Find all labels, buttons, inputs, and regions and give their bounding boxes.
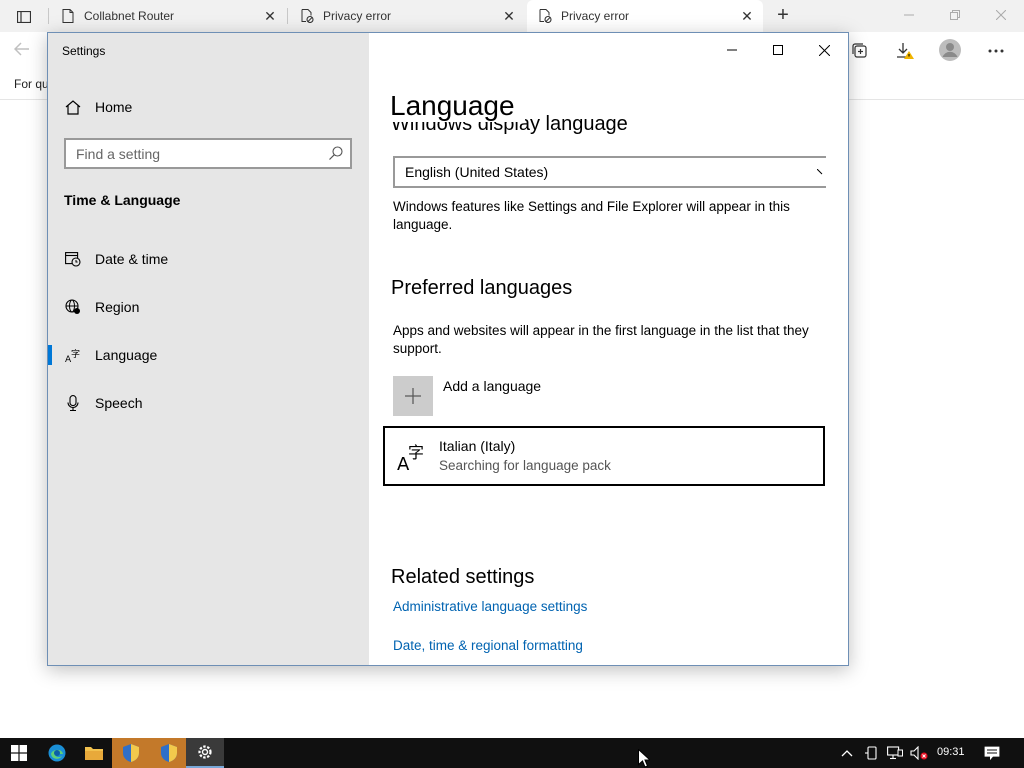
display-language-description: Windows features like Settings and File … bbox=[393, 199, 790, 232]
tab-title: Collabnet Router bbox=[84, 9, 175, 23]
maximize-icon[interactable] bbox=[755, 39, 801, 61]
downloads-warning-icon[interactable] bbox=[893, 40, 917, 62]
sidebar-item-home[interactable]: Home bbox=[48, 87, 369, 127]
device-icon[interactable] bbox=[863, 745, 881, 761]
taskbar: 09:31 bbox=[0, 738, 1024, 768]
profile-avatar-icon[interactable] bbox=[938, 38, 962, 62]
language-name: Italian (Italy) bbox=[439, 438, 516, 454]
dropdown-value: English (United States) bbox=[405, 164, 549, 180]
edge-icon[interactable] bbox=[38, 738, 76, 768]
link-administrative-language-settings[interactable]: Administrative language settings bbox=[393, 599, 587, 614]
preferred-languages-heading: Preferred languages bbox=[391, 277, 573, 299]
link-date-time-regional-formatting[interactable]: Date, time & regional formatting bbox=[393, 638, 583, 653]
page-title: Language bbox=[390, 90, 525, 122]
language-icon: A字 bbox=[64, 346, 82, 364]
minimize-icon[interactable] bbox=[709, 39, 755, 61]
svg-text:字: 字 bbox=[408, 443, 424, 462]
chevron-up-icon[interactable] bbox=[838, 745, 856, 761]
plus-icon bbox=[393, 376, 433, 416]
clock[interactable]: 09:31 bbox=[937, 746, 965, 758]
browser-minimize-icon[interactable] bbox=[886, 2, 932, 28]
tab-separator bbox=[48, 8, 49, 24]
close-tab-icon[interactable]: ✕ bbox=[262, 8, 278, 24]
close-tab-icon[interactable]: ✕ bbox=[739, 8, 755, 24]
svg-text:字: 字 bbox=[71, 348, 80, 360]
broken-page-icon bbox=[299, 8, 315, 24]
more-options-icon[interactable] bbox=[984, 40, 1008, 62]
favorites-bar-text: For qu bbox=[14, 77, 49, 91]
sidebar-item-label: Date & time bbox=[95, 251, 169, 267]
sidebar-item-label: Language bbox=[95, 347, 158, 363]
sidebar-item-speech[interactable]: Speech bbox=[48, 383, 369, 423]
new-tab-button[interactable]: + bbox=[770, 5, 796, 27]
section-title: Time & Language bbox=[64, 192, 181, 208]
tab-title: Privacy error bbox=[561, 9, 630, 23]
add-language-label: Add a language bbox=[443, 378, 542, 394]
windows-start-icon[interactable] bbox=[0, 738, 38, 768]
globe-icon bbox=[64, 298, 82, 316]
file-explorer-icon[interactable] bbox=[75, 738, 113, 768]
broken-page-icon bbox=[537, 8, 553, 24]
sidebar-item-language[interactable]: A字 Language bbox=[48, 335, 369, 375]
related-settings-heading: Related settings bbox=[391, 566, 535, 588]
settings-sidebar: Settings Home Time & Language Date & tim… bbox=[48, 33, 369, 665]
browser-tab-bar: Collabnet Router ✕ Privacy error ✕ Priva… bbox=[0, 0, 1024, 32]
browser-restore-icon[interactable] bbox=[932, 2, 978, 28]
tab-actions-icon[interactable] bbox=[8, 6, 40, 28]
chevron-down-icon bbox=[816, 166, 826, 178]
close-tab-icon[interactable]: ✕ bbox=[501, 8, 517, 24]
home-icon bbox=[64, 98, 82, 116]
display-language-dropdown[interactable]: English (United States) bbox=[393, 156, 826, 188]
window-title: Settings bbox=[62, 44, 106, 58]
shield-installer-icon[interactable] bbox=[112, 738, 150, 768]
sidebar-item-label: Speech bbox=[95, 395, 143, 411]
network-icon[interactable] bbox=[886, 745, 904, 761]
shield-installer-icon[interactable] bbox=[150, 738, 188, 768]
search-field[interactable] bbox=[64, 138, 352, 169]
sidebar-item-label: Region bbox=[95, 299, 140, 315]
close-icon[interactable] bbox=[801, 39, 847, 61]
calendar-clock-icon bbox=[64, 250, 82, 268]
settings-window: Settings Home Time & Language Date & tim… bbox=[47, 32, 849, 666]
sidebar-item-label: Home bbox=[95, 99, 133, 115]
document-icon bbox=[60, 8, 76, 24]
language-status: Searching for language pack bbox=[439, 458, 611, 473]
browser-close-icon[interactable] bbox=[978, 2, 1024, 28]
microphone-icon bbox=[64, 394, 82, 412]
sidebar-item-region[interactable]: Region bbox=[48, 287, 369, 327]
mouse-pointer-icon bbox=[638, 749, 650, 768]
sidebar-item-date-time[interactable]: Date & time bbox=[48, 239, 369, 279]
language-icon: A字 bbox=[397, 442, 427, 472]
notifications-icon[interactable] bbox=[982, 745, 1002, 761]
search-input[interactable] bbox=[66, 140, 316, 167]
browser-tab-privacy-error-1[interactable]: Privacy error ✕ bbox=[289, 0, 525, 32]
collections-icon[interactable] bbox=[848, 40, 872, 62]
preferred-languages-description: Apps and websites will appear in the fir… bbox=[393, 323, 809, 356]
browser-tab-privacy-error-2[interactable]: Privacy error ✕ bbox=[527, 0, 763, 32]
language-list-item[interactable]: A字 Italian (Italy) Searching for languag… bbox=[383, 426, 825, 486]
back-arrow-icon[interactable] bbox=[13, 40, 38, 62]
search-icon[interactable] bbox=[328, 145, 344, 161]
volume-muted-icon[interactable] bbox=[910, 745, 928, 761]
add-language-button[interactable]: Add a language bbox=[393, 376, 693, 416]
tab-title: Privacy error bbox=[323, 9, 392, 23]
tab-separator bbox=[287, 8, 288, 24]
settings-gear-icon[interactable] bbox=[186, 738, 224, 768]
settings-main-pane: Language Windows display language Englis… bbox=[369, 33, 848, 665]
browser-tab-collabnet[interactable]: Collabnet Router ✕ bbox=[50, 0, 286, 32]
